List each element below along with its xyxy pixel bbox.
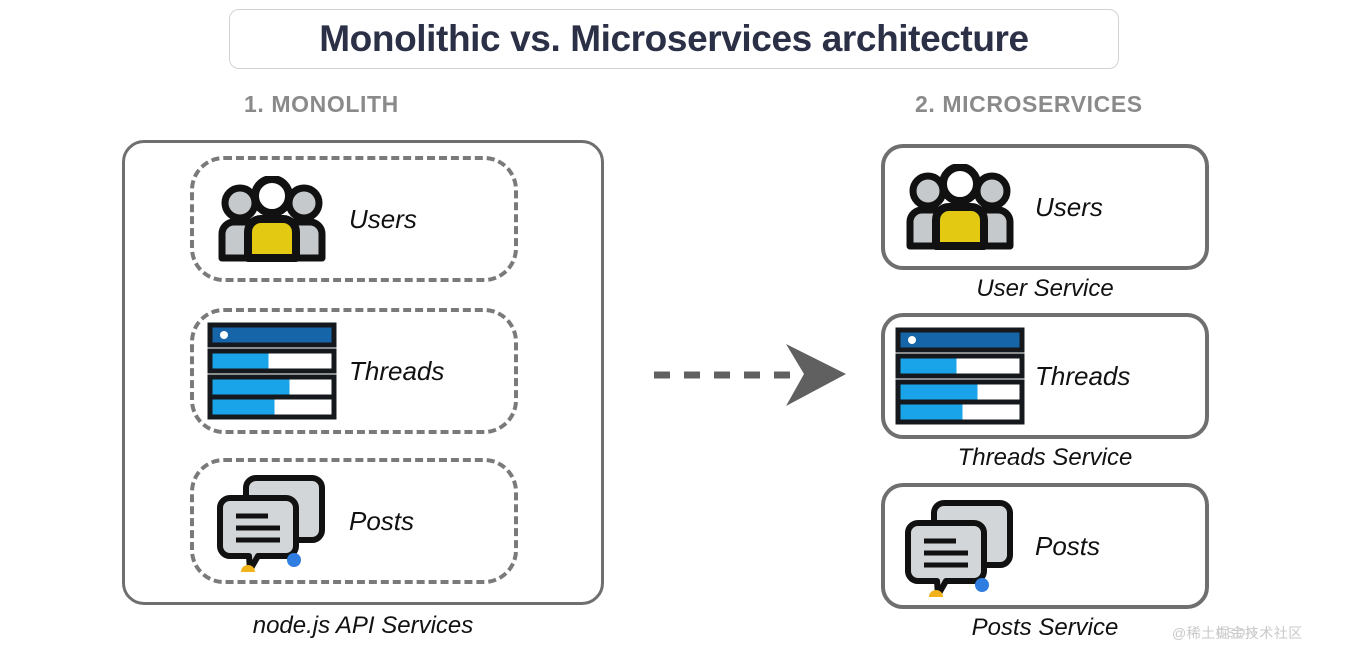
microservice-caption-posts-service: Posts Service — [971, 614, 1119, 641]
monolith-module-posts[interactable]: Posts — [190, 458, 518, 584]
monolith-module-label-posts: Posts — [349, 505, 415, 536]
section-heading-microservices: 2. MICROSERVICES — [915, 91, 1143, 117]
page-title: Monolithic vs. Microservices architectur… — [319, 18, 1029, 59]
speech-bubbles-icon — [885, 495, 1035, 597]
progress-bars-icon — [885, 327, 1035, 425]
diagram-title-box: Monolithic vs. Microservices architectur… — [229, 9, 1119, 69]
section-heading-monolith: 1. MONOLITH — [244, 91, 399, 117]
monolith-module-threads[interactable]: Threads — [190, 308, 518, 434]
microservice-card-posts[interactable]: Posts — [881, 483, 1209, 609]
monolith-module-users[interactable]: Users — [190, 156, 518, 282]
monolith-module-label-threads: Threads — [349, 355, 445, 386]
users-group-icon — [885, 164, 1035, 250]
microservice-caption-user-service: User Service — [976, 275, 1114, 302]
monolith-module-label-users: Users — [349, 203, 417, 234]
microservice-card-threads[interactable]: Threads — [881, 313, 1209, 439]
microservice-caption-threads-service: Threads Service — [957, 444, 1133, 471]
speech-bubbles-icon — [194, 470, 349, 572]
microservice-card-label-threads: Threads — [1035, 360, 1131, 391]
microservice-card-label-users: Users — [1035, 191, 1103, 222]
progress-bars-icon — [194, 322, 349, 420]
users-group-icon — [194, 176, 349, 262]
watermark-overlay-text: CSDN — [1216, 625, 1257, 640]
monolith-caption: node.js API Services — [252, 612, 474, 639]
microservice-card-users[interactable]: Users — [881, 144, 1209, 270]
dashed-arrow-right-icon — [650, 340, 850, 410]
microservice-card-label-posts: Posts — [1035, 530, 1101, 561]
